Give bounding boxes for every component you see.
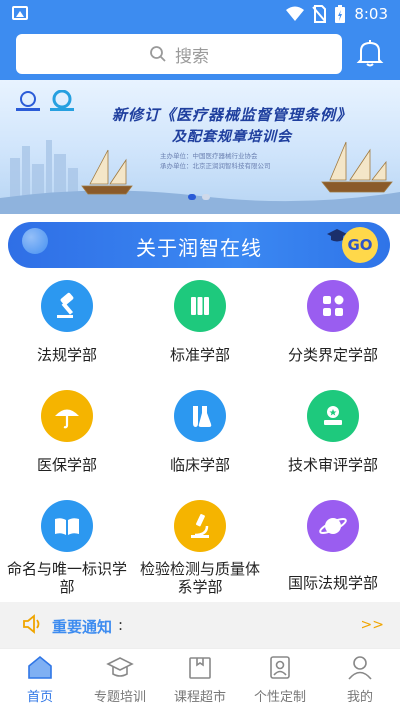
- wifi-icon: [286, 6, 305, 21]
- custom-icon: [270, 656, 290, 679]
- notice-bar[interactable]: 重要通知 : >>: [0, 602, 400, 648]
- carousel-dot-active[interactable]: [188, 194, 196, 200]
- dept-label: 标准学部: [169, 346, 230, 364]
- tab-label: 专题培训: [93, 690, 146, 705]
- dept-clinical[interactable]: 临床学部: [135, 390, 265, 474]
- tab-special-training[interactable]: 专题培训: [80, 649, 160, 711]
- battery-charging-icon: [335, 5, 346, 23]
- carousel-indicator: [188, 194, 210, 200]
- banner-subtitle: 及配套规章培训会: [172, 129, 292, 145]
- dept-tech-review[interactable]: 技术审评学部: [268, 390, 398, 474]
- no-sim-icon: [312, 5, 327, 23]
- tab-label: 我的: [346, 690, 373, 705]
- certificate-icon: [307, 390, 359, 442]
- tab-home[interactable]: 首页: [0, 649, 80, 711]
- graduation-cap-icon: [106, 657, 134, 677]
- banner-host: 主办单位：中国医疗器械行业协会: [160, 152, 258, 160]
- about-runzhi-button[interactable]: 关于润智在线 GO: [8, 222, 390, 268]
- dept-label: 法规学部: [36, 346, 97, 364]
- dept-label: 医保学部: [36, 456, 97, 474]
- status-bar: 8:03: [0, 0, 400, 28]
- runzhi-logo: [50, 90, 74, 111]
- gavel-icon: [41, 280, 93, 332]
- speaker-icon: [23, 614, 40, 634]
- tab-mine[interactable]: 我的: [320, 649, 400, 711]
- banner-title: 新修订《医疗器械监督管理条例》: [111, 106, 352, 124]
- dept-international-law[interactable]: 国际法规学部: [268, 500, 398, 592]
- association-logo: [16, 91, 40, 111]
- store-icon: [189, 657, 211, 679]
- home-icon: [28, 655, 52, 679]
- notice-title: 重要通知: [52, 618, 113, 636]
- dept-label: 检验检测与质量体系学部: [139, 560, 260, 596]
- search-placeholder: 搜索: [175, 46, 209, 67]
- dept-law[interactable]: 法规学部: [2, 280, 132, 364]
- dept-standard[interactable]: 标准学部: [135, 280, 265, 364]
- search-icon: [150, 46, 166, 62]
- dept-label: 命名与唯一标识学部: [6, 560, 127, 596]
- microscope-icon: [174, 500, 226, 552]
- notice-more-link[interactable]: >>: [361, 617, 384, 633]
- gallery-icon: [12, 6, 28, 20]
- dept-label: 技术审评学部: [287, 456, 378, 474]
- banner-organizer: 承办单位：北京正润润智科技有限公司: [160, 162, 271, 170]
- dept-label: 国际法规学部: [287, 574, 378, 592]
- bell-icon[interactable]: [356, 38, 384, 68]
- system-icons: 8:03: [286, 4, 388, 24]
- dept-classification[interactable]: 分类界定学部: [268, 280, 398, 364]
- dept-naming-udi[interactable]: 命名与唯一标识学部: [2, 500, 132, 596]
- planet-icon: [307, 500, 359, 552]
- app-header: 搜索: [0, 28, 400, 80]
- tab-custom[interactable]: 个性定制: [240, 649, 320, 711]
- tab-label: 个性定制: [253, 690, 306, 705]
- dept-testing-quality[interactable]: 检验检测与质量体系学部: [135, 500, 265, 596]
- dept-insurance[interactable]: 医保学部: [2, 390, 132, 474]
- dept-label: 分类界定学部: [287, 346, 378, 364]
- carousel-dot[interactable]: [202, 194, 210, 200]
- grid-icon: [307, 280, 359, 332]
- search-bar[interactable]: 搜索: [16, 34, 342, 74]
- tab-label: 首页: [26, 690, 53, 705]
- dept-label: 临床学部: [169, 456, 230, 474]
- flask-icon: [174, 390, 226, 442]
- umbrella-icon: [41, 390, 93, 442]
- go-button[interactable]: GO: [342, 227, 378, 263]
- notice-colon: :: [118, 616, 124, 634]
- banner-carousel[interactable]: 新修订《医疗器械监督管理条例》 及配套规章培训会 主办单位：中国医疗器械行业协会…: [0, 80, 400, 214]
- book-open-icon: [41, 500, 93, 552]
- bottom-tab-bar: 首页 专题培训 课程超市 个性定制 我的: [0, 648, 400, 711]
- banner-logos: [14, 90, 76, 112]
- tab-label: 课程超市: [173, 690, 226, 705]
- clock: 8:03: [354, 5, 388, 23]
- user-icon: [348, 656, 372, 680]
- tab-course-market[interactable]: 课程超市: [160, 649, 240, 711]
- books-icon: [174, 280, 226, 332]
